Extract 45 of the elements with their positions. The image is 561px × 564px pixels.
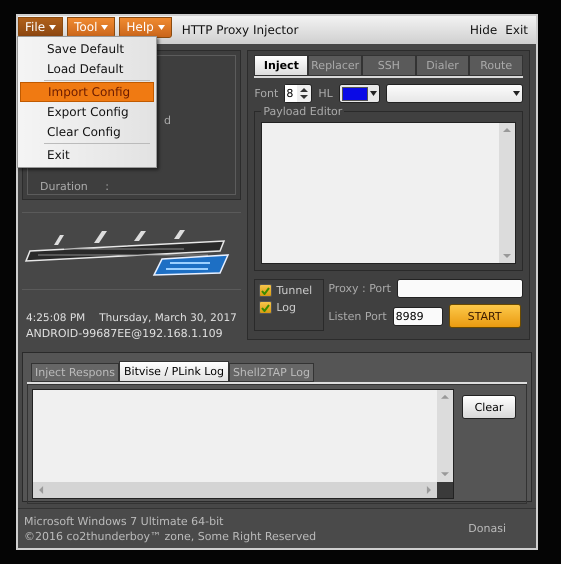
checkbox[interactable]: Tunnel — [259, 284, 320, 297]
menu-item[interactable]: Exit — [20, 145, 154, 165]
checkbox[interactable]: Log — [259, 301, 320, 314]
port-field[interactable]: 8989 — [392, 306, 443, 326]
font-size-spinner[interactable]: 8 — [284, 84, 312, 103]
tab[interactable]: Inject — [254, 55, 308, 76]
highlight-label: HL — [318, 87, 333, 100]
font-label: Font — [254, 87, 278, 100]
proxy-field[interactable] — [397, 279, 523, 298]
color-picker[interactable] — [338, 84, 380, 103]
window-control[interactable]: Exit — [503, 23, 530, 37]
caret-icon — [513, 91, 520, 96]
caret-icon — [101, 24, 108, 30]
menu-item[interactable]: Clear Config — [20, 122, 154, 142]
menu-item[interactable]: Export Config — [20, 102, 154, 122]
time-text: 4:25:08 PM — [26, 312, 86, 324]
tab[interactable]: Bitvise / PLink Log — [118, 361, 229, 382]
scrollbar-corner — [437, 482, 453, 498]
scrollbar[interactable] — [499, 123, 515, 263]
start-button[interactable]: START — [448, 304, 521, 328]
dropdown-field[interactable] — [386, 84, 523, 103]
proxy-label: Proxy : Port — [328, 282, 391, 295]
menu-item[interactable]: Save Default — [20, 39, 154, 59]
host-text: ANDROID-99687EE@192.168.1.109 — [26, 327, 224, 340]
clear-button[interactable]: Clear — [462, 395, 516, 419]
group-title: Payload Editor — [261, 105, 344, 118]
caret-icon — [370, 91, 377, 96]
caret-icon — [158, 24, 165, 30]
window-control[interactable]: Hide — [468, 23, 500, 37]
scrollbar[interactable] — [437, 390, 453, 482]
duration-label: Duration : — [40, 180, 110, 193]
menu-item[interactable]: Import Config — [20, 82, 154, 102]
scrollbar[interactable] — [33, 482, 437, 498]
system-text: Microsoft Windows 7 Ultimate 64-bit — [24, 514, 224, 528]
status-text: d — [164, 114, 171, 127]
window-title: HTTP Proxy Injector — [182, 23, 300, 37]
listen-port-label: Listen Port — [328, 310, 387, 322]
copyright-text: ©2016 co2thunderboy™ zone, Some Right Reserved — [24, 530, 316, 542]
menu-item[interactable]: Load Default — [20, 59, 154, 79]
donate-link[interactable]: Donasi — [468, 522, 506, 535]
payload-editor[interactable] — [261, 122, 516, 264]
caret-icon — [49, 24, 56, 30]
log-box[interactable] — [32, 389, 454, 499]
menu-button[interactable]: File — [18, 16, 64, 38]
date-text: Thursday, March 30, 2017 — [99, 312, 237, 324]
